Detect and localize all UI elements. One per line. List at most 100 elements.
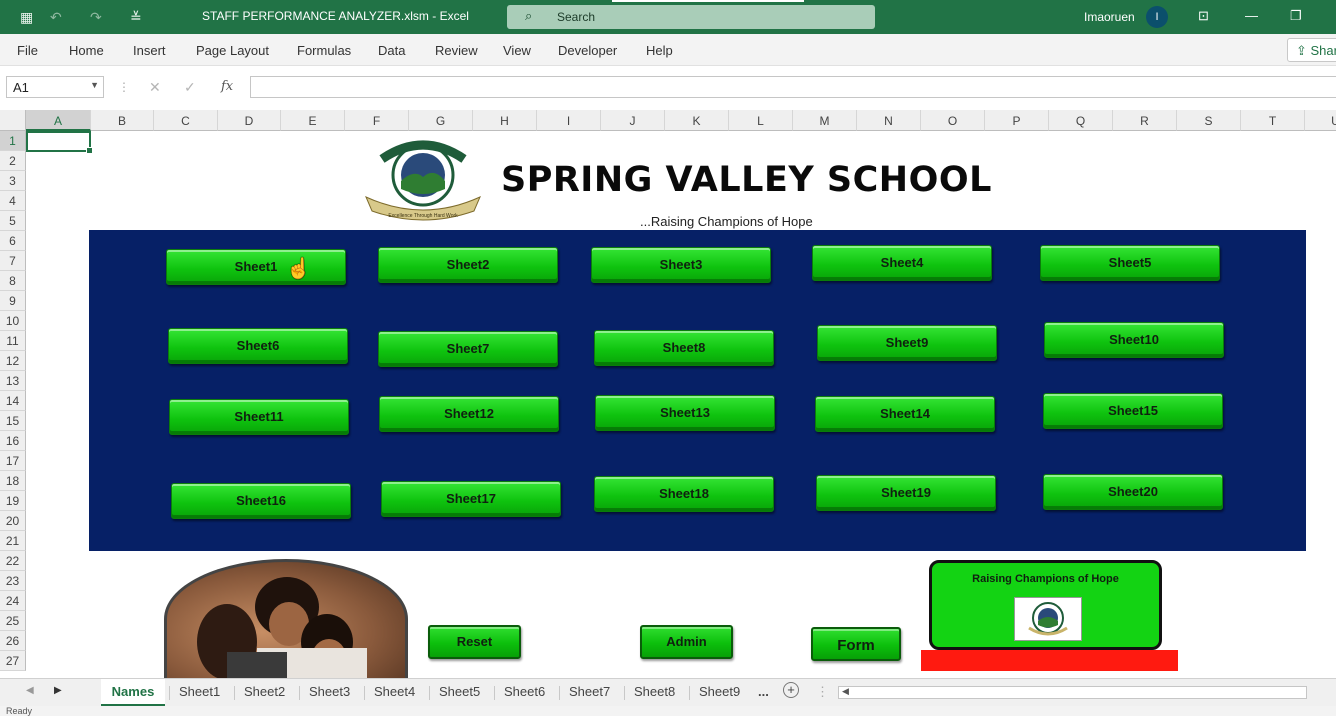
sheet-button-19[interactable]: Sheet19 xyxy=(816,475,996,511)
column-header-j[interactable]: J xyxy=(601,110,665,131)
sheet-button-7[interactable]: Sheet7 xyxy=(378,331,558,367)
column-header-m[interactable]: M xyxy=(793,110,857,131)
row-header-4[interactable]: 4 xyxy=(0,191,26,211)
column-header-q[interactable]: Q xyxy=(1049,110,1113,131)
tab-sheet1[interactable]: Sheet1 xyxy=(179,684,220,699)
sheet-button-8[interactable]: Sheet8 xyxy=(594,330,774,366)
menu-data[interactable]: Data xyxy=(378,43,405,58)
row-header-2[interactable]: 2 xyxy=(0,151,26,171)
tab-sheet6[interactable]: Sheet6 xyxy=(504,684,545,699)
undo-icon[interactable]: ↶ xyxy=(50,9,62,26)
row-header-24[interactable]: 24 xyxy=(0,591,26,611)
row-header-3[interactable]: 3 xyxy=(0,171,26,191)
menu-formulas[interactable]: Formulas xyxy=(297,43,351,58)
column-header-r[interactable]: R xyxy=(1113,110,1177,131)
row-header-18[interactable]: 18 xyxy=(0,471,26,491)
sheet-button-17[interactable]: Sheet17 xyxy=(381,481,561,517)
column-header-t[interactable]: T xyxy=(1241,110,1305,131)
sheet-button-12[interactable]: Sheet12 xyxy=(379,396,559,432)
row-header-16[interactable]: 16 xyxy=(0,431,26,451)
sheet-button-9[interactable]: Sheet9 xyxy=(817,325,997,361)
tab-splitter-icon[interactable]: ⋮ xyxy=(816,684,829,700)
column-header-k[interactable]: K xyxy=(665,110,729,131)
user-name[interactable]: Imaoruen xyxy=(1084,10,1135,24)
row-header-21[interactable]: 21 xyxy=(0,531,26,551)
column-header-c[interactable]: C xyxy=(154,110,218,131)
sheet-button-5[interactable]: Sheet5 xyxy=(1040,245,1220,281)
column-header-h[interactable]: H xyxy=(473,110,537,131)
menu-review[interactable]: Review xyxy=(435,43,478,58)
row-header-8[interactable]: 8 xyxy=(0,271,26,291)
row-header-25[interactable]: 25 xyxy=(0,611,26,631)
selected-cell-a1[interactable] xyxy=(26,131,93,154)
row-header-23[interactable]: 23 xyxy=(0,571,26,591)
minimize-icon[interactable]: — xyxy=(1245,8,1258,23)
formula-input[interactable] xyxy=(250,76,1336,98)
sheet-button-18[interactable]: Sheet18 xyxy=(594,476,774,512)
more-tabs[interactable]: ... xyxy=(758,684,769,699)
row-header-1[interactable]: 1 xyxy=(0,131,26,151)
sheet-button-13[interactable]: Sheet13 xyxy=(595,395,775,431)
horizontal-scrollbar[interactable]: ◀ xyxy=(838,686,1307,699)
sheet-button-11[interactable]: Sheet11 xyxy=(169,399,349,435)
column-header-o[interactable]: O xyxy=(921,110,985,131)
menu-view[interactable]: View xyxy=(503,43,531,58)
row-header-15[interactable]: 15 xyxy=(0,411,26,431)
column-header-p[interactable]: P xyxy=(985,110,1049,131)
enter-icon[interactable]: ✓ xyxy=(184,79,196,96)
sheet-button-10[interactable]: Sheet10 xyxy=(1044,322,1224,358)
column-header-a[interactable]: A xyxy=(26,110,91,131)
column-header-i[interactable]: I xyxy=(537,110,601,131)
tab-scroll-left-icon[interactable]: ◀ xyxy=(26,685,34,696)
tab-sheet3[interactable]: Sheet3 xyxy=(309,684,350,699)
menu-insert[interactable]: Insert xyxy=(133,43,166,58)
customize-toolbar-icon[interactable]: ≚ xyxy=(130,9,142,26)
tab-names[interactable]: Names xyxy=(101,679,165,706)
insert-function-icon[interactable]: fx xyxy=(221,79,233,94)
form-button[interactable]: Form xyxy=(811,627,901,661)
column-header-g[interactable]: G xyxy=(409,110,473,131)
row-header-14[interactable]: 14 xyxy=(0,391,26,411)
tab-sheet5[interactable]: Sheet5 xyxy=(439,684,480,699)
cancel-icon[interactable]: ✕ xyxy=(149,79,161,96)
tab-sheet8[interactable]: Sheet8 xyxy=(634,684,675,699)
menu-developer[interactable]: Developer xyxy=(558,43,617,58)
sheet-button-6[interactable]: Sheet6 xyxy=(168,328,348,364)
row-header-22[interactable]: 22 xyxy=(0,551,26,571)
row-header-11[interactable]: 11 xyxy=(0,331,26,351)
row-header-7[interactable]: 7 xyxy=(0,251,26,271)
tab-sheet2[interactable]: Sheet2 xyxy=(244,684,285,699)
search-box[interactable]: ⌕ Search xyxy=(507,5,875,29)
row-header-6[interactable]: 6 xyxy=(0,231,26,251)
avatar[interactable]: I xyxy=(1146,6,1168,28)
row-header-13[interactable]: 13 xyxy=(0,371,26,391)
column-header-n[interactable]: N xyxy=(857,110,921,131)
sheet-button-3[interactable]: Sheet3 xyxy=(591,247,771,283)
menu-help[interactable]: Help xyxy=(646,43,673,58)
sheet-button-1[interactable]: Sheet1 xyxy=(166,249,346,285)
admin-button[interactable]: Admin xyxy=(640,625,733,659)
row-header-12[interactable]: 12 xyxy=(0,351,26,371)
reset-button[interactable]: Reset xyxy=(428,625,521,659)
sheet-button-16[interactable]: Sheet16 xyxy=(171,483,351,519)
chevron-down-icon[interactable]: ▼ xyxy=(90,80,99,90)
column-header-e[interactable]: E xyxy=(281,110,345,131)
row-header-19[interactable]: 19 xyxy=(0,491,26,511)
scroll-left-icon[interactable]: ◀ xyxy=(842,686,849,697)
add-sheet-icon[interactable]: + xyxy=(783,682,799,698)
name-box[interactable]: A1 ▼ xyxy=(6,76,104,98)
restore-icon[interactable]: ❐ xyxy=(1290,8,1302,24)
autosave-icon[interactable]: ▦ xyxy=(20,9,33,26)
column-header-d[interactable]: D xyxy=(218,110,281,131)
share-button[interactable]: ⇪ Shar xyxy=(1287,38,1336,62)
menu-home[interactable]: Home xyxy=(69,43,104,58)
sheet-button-2[interactable]: Sheet2 xyxy=(378,247,558,283)
sheet-button-4[interactable]: Sheet4 xyxy=(812,245,992,281)
column-header-b[interactable]: B xyxy=(91,110,154,131)
tab-scroll-right-icon[interactable]: ▶ xyxy=(54,685,62,696)
column-header-s[interactable]: S xyxy=(1177,110,1241,131)
column-header-f[interactable]: F xyxy=(345,110,409,131)
row-header-26[interactable]: 26 xyxy=(0,631,26,651)
sheet-button-20[interactable]: Sheet20 xyxy=(1043,474,1223,510)
tab-sheet9[interactable]: Sheet9 xyxy=(699,684,740,699)
